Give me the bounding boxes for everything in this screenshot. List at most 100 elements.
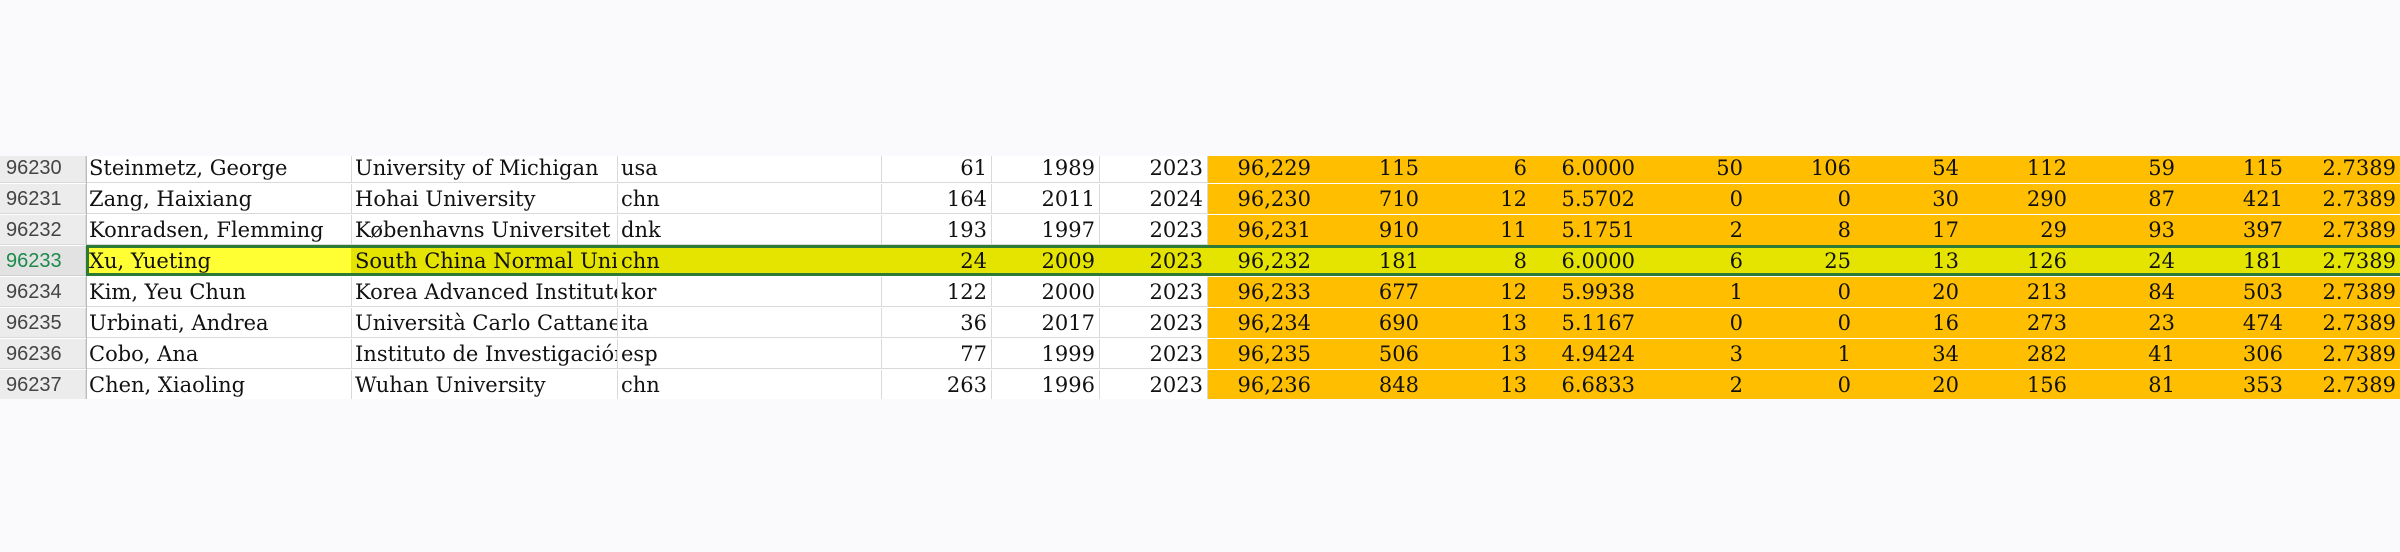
value-cell[interactable]: 8: [1748, 215, 1856, 245]
composite-score-cell[interactable]: 2.7389: [2288, 339, 2400, 369]
value-cell[interactable]: 156: [1964, 370, 2072, 399]
author-name-cell[interactable]: Kim, Yeu Chun: [86, 277, 352, 307]
value-cell[interactable]: 20: [1856, 277, 1964, 307]
score-cell[interactable]: 5.1751: [1532, 215, 1640, 245]
value-cell[interactable]: 1: [1640, 277, 1748, 307]
value-cell[interactable]: 213: [1964, 277, 2072, 307]
author-name-cell[interactable]: Steinmetz, George: [86, 156, 352, 183]
row-number[interactable]: 96232: [0, 215, 86, 245]
country-cell[interactable]: kor: [618, 277, 882, 307]
value-cell[interactable]: 24: [2072, 246, 2180, 276]
institution-cell[interactable]: Københavns Universitet: [352, 215, 618, 245]
rank-cell[interactable]: 96,234: [1208, 308, 1316, 338]
value-cell[interactable]: 93: [2072, 215, 2180, 245]
papers-cell[interactable]: 24: [882, 246, 992, 276]
value-cell[interactable]: 0: [1748, 308, 1856, 338]
institution-cell[interactable]: University of Michigan: [352, 156, 618, 183]
last-year-cell[interactable]: 2023: [1100, 339, 1208, 369]
value-cell[interactable]: 3: [1640, 339, 1748, 369]
value-cell[interactable]: 12: [1424, 277, 1532, 307]
first-year-cell[interactable]: 1997: [992, 215, 1100, 245]
score-cell[interactable]: 6.6833: [1532, 370, 1640, 399]
value-cell[interactable]: 677: [1316, 277, 1424, 307]
rank-cell[interactable]: 96,235: [1208, 339, 1316, 369]
table-row[interactable]: 96233 Xu, Yueting South China Normal Univ c…: [0, 246, 2400, 277]
table-row[interactable]: 96235 Urbinati, Andrea Università Carlo Ca…: [0, 308, 2400, 339]
institution-cell[interactable]: South China Normal Univ: [352, 246, 618, 276]
value-cell[interactable]: 2: [1640, 370, 1748, 399]
value-cell[interactable]: 181: [2180, 246, 2288, 276]
value-cell[interactable]: 2: [1640, 215, 1748, 245]
value-cell[interactable]: 87: [2072, 184, 2180, 214]
value-cell[interactable]: 54: [1856, 156, 1964, 183]
first-year-cell[interactable]: 1996: [992, 370, 1100, 399]
last-year-cell[interactable]: 2024: [1100, 184, 1208, 214]
value-cell[interactable]: 0: [1748, 370, 1856, 399]
rank-cell[interactable]: 96,229: [1208, 156, 1316, 183]
author-name-cell[interactable]: Konradsen, Flemming: [86, 215, 352, 245]
row-number[interactable]: 96231: [0, 184, 86, 214]
value-cell[interactable]: 25: [1748, 246, 1856, 276]
row-number[interactable]: 96235: [0, 308, 86, 338]
country-cell[interactable]: chn: [618, 184, 882, 214]
table-row[interactable]: 96232 Konradsen, Flemming Københavns Unive…: [0, 215, 2400, 246]
last-year-cell[interactable]: 2023: [1100, 215, 1208, 245]
value-cell[interactable]: 112: [1964, 156, 2072, 183]
value-cell[interactable]: 910: [1316, 215, 1424, 245]
papers-cell[interactable]: 36: [882, 308, 992, 338]
value-cell[interactable]: 13: [1424, 370, 1532, 399]
value-cell[interactable]: 34: [1856, 339, 1964, 369]
rank-cell[interactable]: 96,233: [1208, 277, 1316, 307]
spreadsheet-grid[interactable]: 96230 Steinmetz, George University of Mich…: [0, 156, 2400, 399]
value-cell[interactable]: 8: [1424, 246, 1532, 276]
papers-cell[interactable]: 61: [882, 156, 992, 183]
papers-cell[interactable]: 263: [882, 370, 992, 399]
value-cell[interactable]: 17: [1856, 215, 1964, 245]
rank-cell[interactable]: 96,230: [1208, 184, 1316, 214]
institution-cell[interactable]: Korea Advanced Institute: [352, 277, 618, 307]
value-cell[interactable]: 16: [1856, 308, 1964, 338]
value-cell[interactable]: 848: [1316, 370, 1424, 399]
first-year-cell[interactable]: 2017: [992, 308, 1100, 338]
score-cell[interactable]: 4.9424: [1532, 339, 1640, 369]
country-cell[interactable]: chn: [618, 246, 882, 276]
row-number[interactable]: 96234: [0, 277, 86, 307]
last-year-cell[interactable]: 2023: [1100, 370, 1208, 399]
value-cell[interactable]: 20: [1856, 370, 1964, 399]
table-row[interactable]: 96234 Kim, Yeu Chun Korea Advanced Institu…: [0, 277, 2400, 308]
value-cell[interactable]: 290: [1964, 184, 2072, 214]
value-cell[interactable]: 397: [2180, 215, 2288, 245]
country-cell[interactable]: usa: [618, 156, 882, 183]
score-cell[interactable]: 5.5702: [1532, 184, 1640, 214]
value-cell[interactable]: 13: [1424, 308, 1532, 338]
value-cell[interactable]: 282: [1964, 339, 2072, 369]
value-cell[interactable]: 474: [2180, 308, 2288, 338]
value-cell[interactable]: 503: [2180, 277, 2288, 307]
value-cell[interactable]: 13: [1424, 339, 1532, 369]
value-cell[interactable]: 41: [2072, 339, 2180, 369]
composite-score-cell[interactable]: 2.7389: [2288, 246, 2400, 276]
first-year-cell[interactable]: 2000: [992, 277, 1100, 307]
institution-cell[interactable]: Università Carlo Cattaneo: [352, 308, 618, 338]
last-year-cell[interactable]: 2023: [1100, 156, 1208, 183]
value-cell[interactable]: 11: [1424, 215, 1532, 245]
row-number[interactable]: 96230: [0, 156, 86, 183]
value-cell[interactable]: 690: [1316, 308, 1424, 338]
rank-cell[interactable]: 96,231: [1208, 215, 1316, 245]
institution-cell[interactable]: Hohai University: [352, 184, 618, 214]
composite-score-cell[interactable]: 2.7389: [2288, 308, 2400, 338]
first-year-cell[interactable]: 2009: [992, 246, 1100, 276]
country-cell[interactable]: esp: [618, 339, 882, 369]
table-row[interactable]: 96237 Chen, Xiaoling Wuhan University chn 26…: [0, 370, 2400, 399]
value-cell[interactable]: 353: [2180, 370, 2288, 399]
last-year-cell[interactable]: 2023: [1100, 308, 1208, 338]
value-cell[interactable]: 81: [2072, 370, 2180, 399]
score-cell[interactable]: 5.9938: [1532, 277, 1640, 307]
value-cell[interactable]: 84: [2072, 277, 2180, 307]
value-cell[interactable]: 6: [1640, 246, 1748, 276]
institution-cell[interactable]: Instituto de Investigación: [352, 339, 618, 369]
composite-score-cell[interactable]: 2.7389: [2288, 277, 2400, 307]
value-cell[interactable]: 59: [2072, 156, 2180, 183]
row-number[interactable]: 96233: [0, 246, 86, 276]
papers-cell[interactable]: 164: [882, 184, 992, 214]
